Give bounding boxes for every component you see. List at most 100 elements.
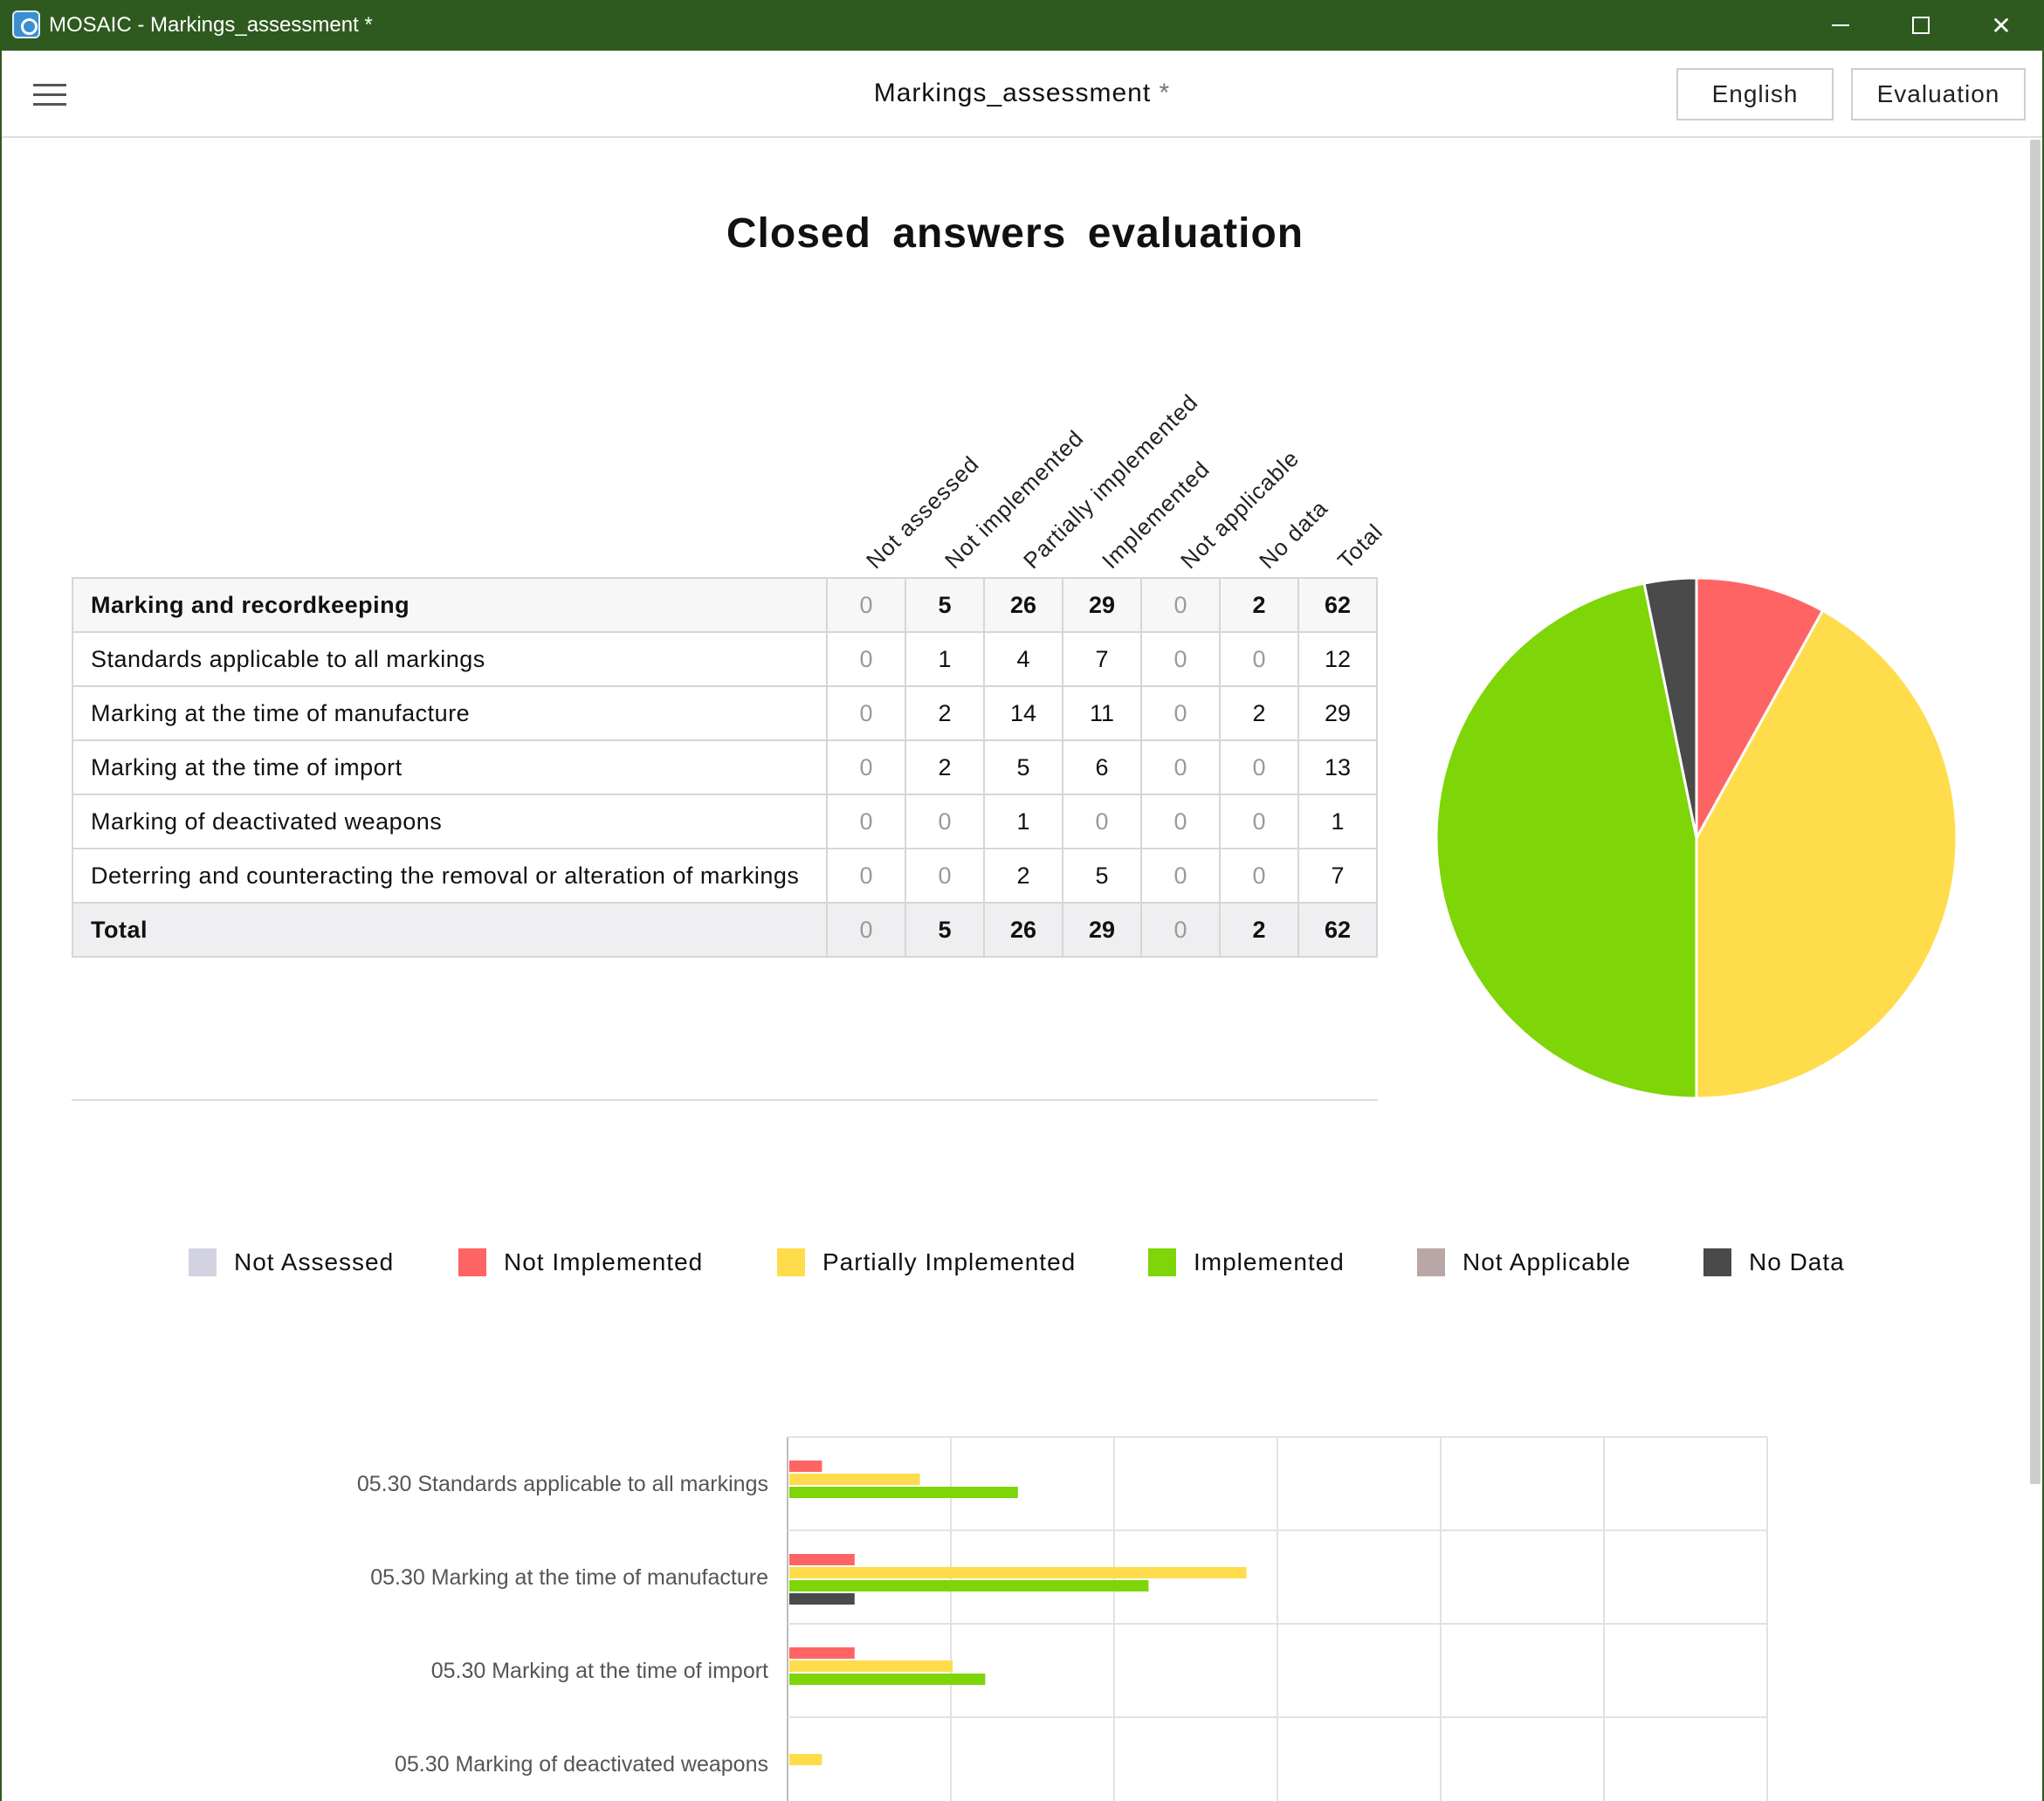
table-cell: 0	[826, 685, 906, 741]
maximize-icon	[1912, 17, 1930, 34]
bar-category-label: 05.30 Standards applicable to all markin…	[357, 1472, 768, 1496]
bar-partially-implemented[interactable]	[789, 1660, 953, 1672]
table-cell: 0	[1062, 794, 1142, 849]
title-bar: MOSAIC - Markings_assessment * ✕	[0, 0, 2044, 51]
close-button[interactable]: ✕	[1961, 0, 2041, 51]
table-cell: 0	[1219, 794, 1299, 849]
table-cell: 7	[1297, 848, 1378, 904]
table-row: Standards applicable to all markings 0 1 4 7…	[72, 631, 1378, 687]
table-cell: 0	[826, 794, 906, 849]
legend-swatch	[189, 1248, 217, 1276]
table-cell: 6	[1062, 739, 1142, 795]
bar-not-implemented[interactable]	[789, 1461, 822, 1472]
table-row: Total 0 5 26 29 0 2 62	[72, 902, 1378, 958]
table-cell: 7	[1062, 631, 1142, 687]
table-cell: 5	[905, 577, 985, 633]
legend-item-not-implemented[interactable]: Not Implemented	[458, 1248, 703, 1276]
legend-label: Not Implemented	[504, 1248, 704, 1275]
table-cell: 0	[1219, 739, 1299, 795]
bar-not-implemented[interactable]	[789, 1647, 855, 1659]
row-label: Deterring and counteracting the removal …	[72, 848, 828, 904]
legend-label: Not Assessed	[234, 1248, 395, 1275]
table-cell: 5	[1062, 848, 1142, 904]
table-row: Deterring and counteracting the removal …	[72, 848, 1378, 904]
table-row: Marking of deactivated weapons 0 0 1 0 0 0 1	[72, 794, 1378, 849]
close-icon: ✕	[1991, 11, 2012, 39]
minimize-button[interactable]	[1800, 0, 1881, 51]
table-cell: 0	[1140, 902, 1221, 958]
pie-slice-implemented[interactable]	[1435, 581, 1698, 1100]
page-title: Closed answers evaluation	[726, 210, 1304, 257]
legend-swatch	[1148, 1248, 1176, 1276]
legend-item-not-assessed[interactable]: Not Assessed	[189, 1248, 394, 1276]
table-cell: 0	[1140, 685, 1221, 741]
table-cell: 0	[826, 739, 906, 795]
bar-implemented[interactable]	[789, 1674, 986, 1685]
legend-label: Partially Implemented	[822, 1248, 1077, 1275]
summary-table: Marking and recordkeeping 0 5 26 29 0 2 62 Stand…	[72, 577, 1378, 958]
bar-category-label: 05.30 Marking at the time of manufacture	[370, 1565, 768, 1590]
table-cell: 0	[1140, 739, 1221, 795]
table-cell: 14	[983, 685, 1063, 741]
pie-chart	[1435, 576, 1958, 1100]
chart-legend: Not Assessed Not Implemented Partially I…	[0, 1248, 2030, 1283]
maximize-button[interactable]	[1881, 0, 1961, 51]
bar-implemented[interactable]	[789, 1580, 1149, 1591]
minimize-icon	[1832, 24, 1849, 26]
evaluation-button[interactable]: Evaluation	[1851, 68, 2026, 120]
table-cell: 0	[1140, 848, 1221, 904]
document-name: Markings_assessment	[873, 79, 1152, 107]
table-cell: 2	[1219, 902, 1299, 958]
bar-partially-implemented[interactable]	[789, 1474, 920, 1485]
table-cell: 0	[1219, 631, 1299, 687]
legend-item-partially-implemented[interactable]: Partially Implemented	[777, 1248, 1076, 1276]
table-cell: 5	[905, 902, 985, 958]
bar-partially-implemented[interactable]	[789, 1754, 822, 1765]
table-cell: 29	[1062, 902, 1142, 958]
legend-swatch	[777, 1248, 805, 1276]
table-cell: 2	[1219, 685, 1299, 741]
app-header: Markings_assessment * English Evaluation	[2, 51, 2042, 138]
unsaved-indicator: *	[1159, 79, 1171, 107]
row-label: Marking at the time of manufacture	[72, 685, 828, 741]
table-cell: 11	[1062, 685, 1142, 741]
app-icon	[12, 10, 40, 38]
legend-label: Implemented	[1194, 1248, 1345, 1275]
table-cell: 0	[826, 848, 906, 904]
table-cell: 2	[983, 848, 1063, 904]
table-cell: 26	[983, 902, 1063, 958]
table-cell: 29	[1062, 577, 1142, 633]
table-row: Marking and recordkeeping 0 5 26 29 0 2 62	[72, 577, 1378, 633]
section-divider	[72, 1099, 1378, 1101]
table-cell: 5	[983, 739, 1063, 795]
table-cell: 62	[1297, 902, 1378, 958]
legend-item-not-applicable[interactable]: Not Applicable	[1417, 1248, 1631, 1276]
table-cell: 2	[1219, 577, 1299, 633]
row-label: Total	[72, 902, 828, 958]
table-cell: 0	[905, 848, 985, 904]
table-row: Marking at the time of manufacture 0 2 14 11…	[72, 685, 1378, 741]
vertical-scrollbar[interactable]	[2030, 140, 2041, 1484]
bar-implemented[interactable]	[789, 1487, 1018, 1498]
language-button[interactable]: English	[1676, 68, 1834, 120]
table-cell: 1	[905, 631, 985, 687]
table-cell: 0	[905, 794, 985, 849]
table-cell: 2	[905, 685, 985, 741]
legend-item-no-data[interactable]: No Data	[1703, 1248, 1845, 1276]
table-cell: 4	[983, 631, 1063, 687]
table-cell: 29	[1297, 685, 1378, 741]
row-label: Marking at the time of import	[72, 739, 828, 795]
bar-partially-implemented[interactable]	[789, 1567, 1247, 1578]
legend-item-implemented[interactable]: Implemented	[1148, 1248, 1345, 1276]
bar-not-implemented[interactable]	[789, 1554, 855, 1565]
table-cell: 0	[1219, 848, 1299, 904]
bar-no-data[interactable]	[789, 1593, 855, 1605]
bar-category-label: 05.30 Marking at the time of import	[431, 1659, 768, 1683]
bar-category-label: 05.30 Marking of deactivated weapons	[395, 1752, 768, 1777]
row-label: Marking and recordkeeping	[72, 577, 828, 633]
table-cell: 13	[1297, 739, 1378, 795]
table-row: Marking at the time of import 0 2 5 6 0 0 13	[72, 739, 1378, 795]
legend-swatch	[1703, 1248, 1731, 1276]
table-cell: 12	[1297, 631, 1378, 687]
table-cell: 1	[1297, 794, 1378, 849]
